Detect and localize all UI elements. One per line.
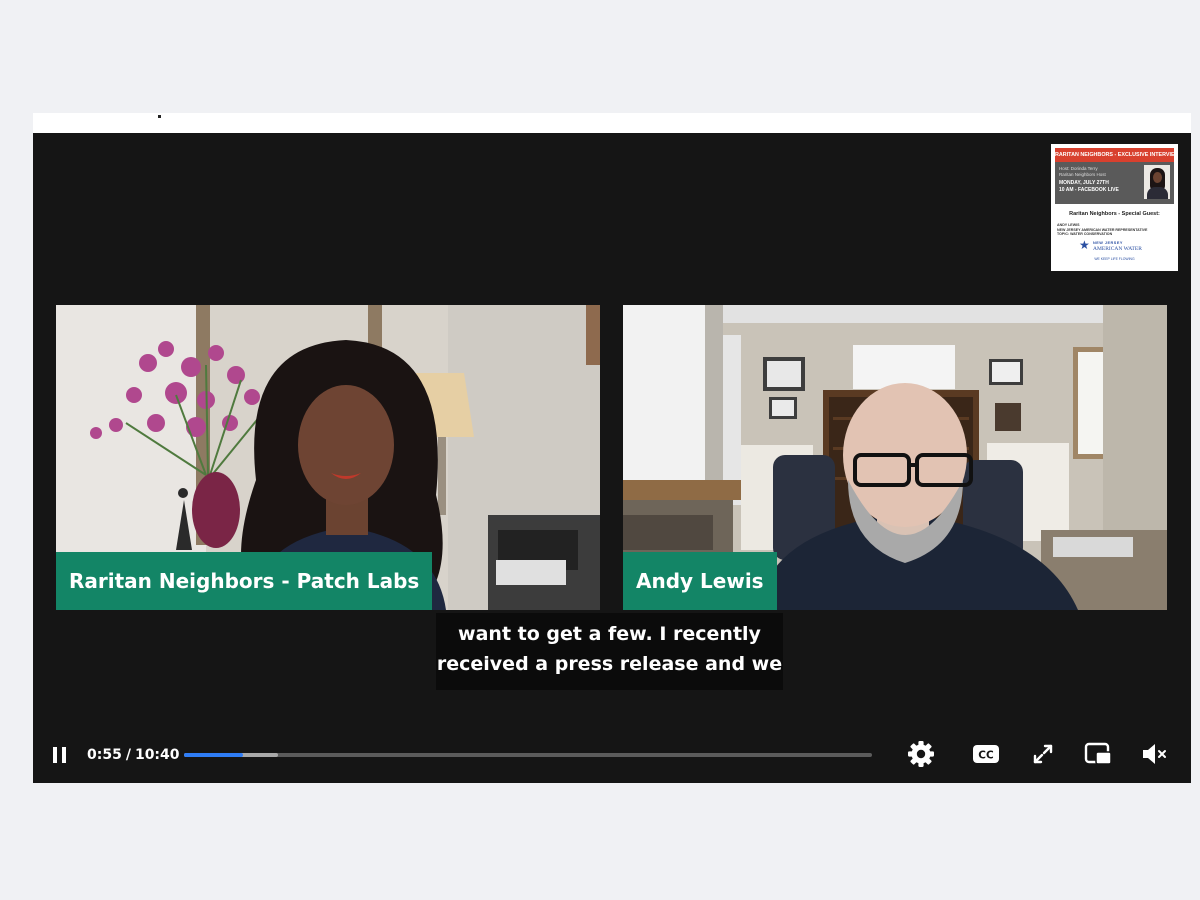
muted-volume-icon [1143,744,1166,764]
caption-line-2: received a press release and we [436,653,783,675]
photo-face [1153,172,1162,183]
time-display: 0:55/10:40 [87,745,180,765]
poster-time: 10 AM - FACEBOOK LIVE [1059,187,1119,193]
poster-date: MONDAY, JULY 27TH [1059,180,1109,186]
closed-captions-button[interactable]: CC [969,737,1003,771]
pause-button[interactable] [50,741,70,769]
poster-special-guest: Raritan Neighbors - Special Guest: [1069,211,1160,217]
current-time: 0:55 [87,747,122,763]
picture-in-picture-icon [1084,742,1112,765]
american-water-logo: ★ NEW JERSEY AMERICAN WATER [1079,238,1159,253]
fullscreen-button[interactable] [1026,737,1060,771]
participant-tile-guest: Andy Lewis [623,305,1167,610]
caption-line-1: want to get a few. I recently [458,623,761,645]
logo-line1: NEW JERSEY [1093,241,1123,245]
pause-icon [62,747,66,763]
svg-text:CC: CC [978,750,994,762]
participant-tile-host: Raritan Neighbors - Patch Labs [56,305,600,610]
poster-band: Host: Dorinda Terry Raritan Neighbors Ho… [1055,162,1174,204]
participant-name-tag: Andy Lewis [623,552,777,610]
stray-dot [158,115,161,118]
progress-bar[interactable] [184,753,872,757]
settings-button[interactable] [904,737,938,771]
picture-in-picture-button[interactable] [1081,737,1115,771]
closed-captions-icon: CC [973,745,999,763]
poster-topic: TOPIC: WATER CONSERVATION [1057,232,1113,237]
star-icon: ★ [1079,238,1090,252]
poster-host: Host: Dorinda Terry Raritan Neighbors Ho… [1059,166,1139,178]
time-separator: / [125,747,131,763]
event-poster: RARITAN NEIGHBORS - EXCLUSIVE INTERVIEW … [1051,144,1178,271]
poster-tagline: WE KEEP LIFE FLOWING [1094,257,1135,261]
mute-button[interactable] [1138,737,1172,771]
duration: 10:40 [134,747,180,763]
closed-caption-box: want to get a few. I recently received a… [436,613,783,690]
settings-icon [908,741,934,767]
fullscreen-icon [1033,744,1053,764]
pause-icon [53,747,57,763]
poster-host-line2: Raritan Neighbors Host [1059,172,1106,177]
page-top-strip [33,113,1191,133]
poster-header: RARITAN NEIGHBORS - EXCLUSIVE INTERVIEW [1055,148,1178,162]
video-player[interactable]: RARITAN NEIGHBORS - EXCLUSIVE INTERVIEW … [33,133,1191,783]
poster-date-block: MONDAY, JULY 27TH 10 AM - FACEBOOK LIVE [1059,180,1145,194]
photo-body [1147,187,1168,199]
poster-guest-details: ANDY LEWIS NEW JERSEY AMERICAN WATER REP… [1057,223,1174,237]
poster-host-photo [1144,165,1170,199]
participant-name-tag: Raritan Neighbors - Patch Labs [56,552,433,610]
played-bar [184,753,244,757]
logo-line2: AMERICAN WATER [1093,246,1142,252]
